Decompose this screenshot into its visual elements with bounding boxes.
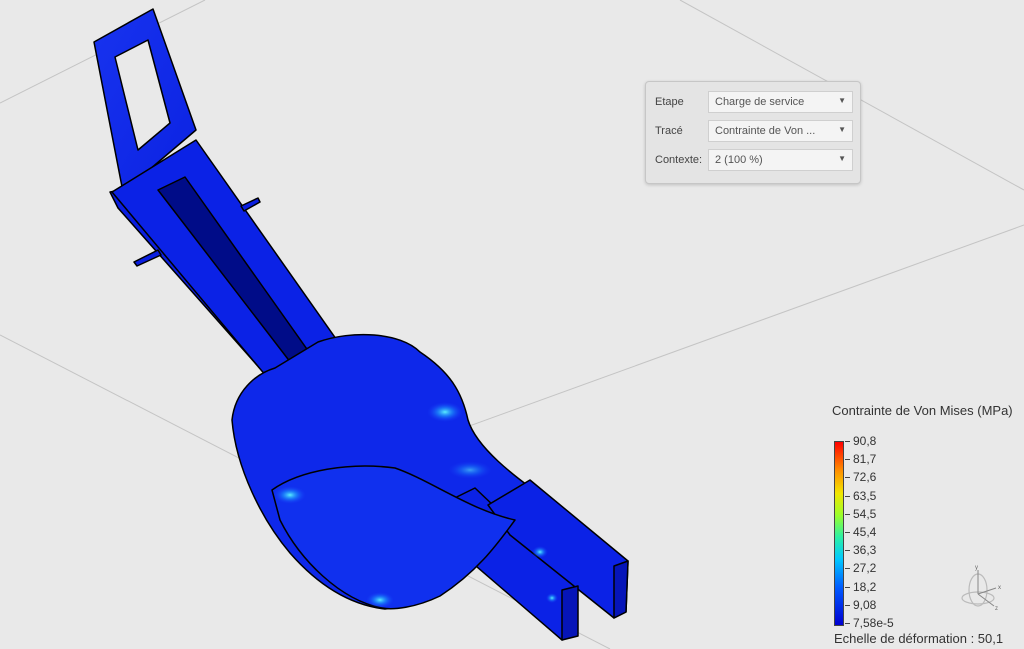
triad-y-label: y (975, 565, 978, 571)
legend-tick-mark (845, 568, 850, 570)
side-tab (240, 197, 261, 212)
contexte-value: 2 (100 %) (715, 154, 763, 166)
side-tab (133, 249, 162, 267)
legend-tick-mark (845, 495, 850, 497)
trace-label: Tracé (655, 125, 683, 137)
legend-tick-mark (845, 459, 850, 461)
deformation-scale: Echelle de déformation : 50,1 (834, 631, 1004, 646)
chevron-down-icon: ▼ (838, 96, 846, 105)
model-part[interactable] (93, 8, 629, 641)
rail-end (613, 560, 629, 619)
legend-tick-label: 81,7 (853, 452, 877, 467)
contexte-label: Contexte: (655, 154, 703, 166)
trace-row: Tracé Contrainte de Von ... ▼ (646, 120, 860, 144)
etape-label: Etape (655, 96, 684, 108)
legend-tick-label: 63,5 (853, 488, 877, 503)
legend-tick-label: 36,3 (853, 543, 877, 558)
legend-tick-label: 72,6 (853, 470, 877, 485)
legend-tick-label: 45,4 (853, 525, 877, 539)
study-options-panel: Etape Charge de service ▼ Tracé Contrain… (645, 81, 861, 184)
legend-tick-mark (845, 550, 850, 552)
color-scale-bar (834, 441, 844, 626)
legend-tick-mark (845, 532, 850, 533)
legend-tick-label: 9,08 (853, 597, 877, 612)
legend-tick-label: 7,58e-5 (853, 616, 894, 630)
legend-tick-mark (845, 586, 850, 588)
triad-x-label: x (998, 585, 1001, 591)
etape-value: Charge de service (715, 96, 805, 108)
legend-tick-label: 18,2 (853, 579, 877, 594)
legend-tick-mark (845, 623, 850, 624)
legend-title: Contrainte de Von Mises (MPa) (832, 403, 1013, 418)
rail-end (561, 585, 579, 641)
legend-tick-mark (845, 441, 850, 442)
chevron-down-icon: ▼ (838, 154, 846, 163)
legend-tick-mark (845, 513, 850, 515)
contexte-row: Contexte: 2 (100 %) ▼ (646, 149, 860, 173)
chevron-down-icon: ▼ (838, 125, 846, 134)
trace-value: Contrainte de Von ... (715, 125, 816, 137)
etape-dropdown[interactable]: Charge de service ▼ (708, 91, 853, 113)
etape-row: Etape Charge de service ▼ (646, 91, 860, 115)
view-triad-icon[interactable]: y x z (950, 560, 1010, 620)
trace-dropdown[interactable]: Contrainte de Von ... ▼ (708, 120, 853, 142)
legend-tick-label: 90,8 (853, 434, 877, 448)
legend-tick-mark (845, 477, 850, 479)
contexte-dropdown[interactable]: 2 (100 %) ▼ (708, 149, 853, 171)
legend-tick-label: 27,2 (853, 561, 877, 576)
triad-z-label: z (995, 606, 998, 612)
legend-tick-label: 54,5 (853, 506, 877, 521)
legend-tick-mark (845, 604, 850, 606)
